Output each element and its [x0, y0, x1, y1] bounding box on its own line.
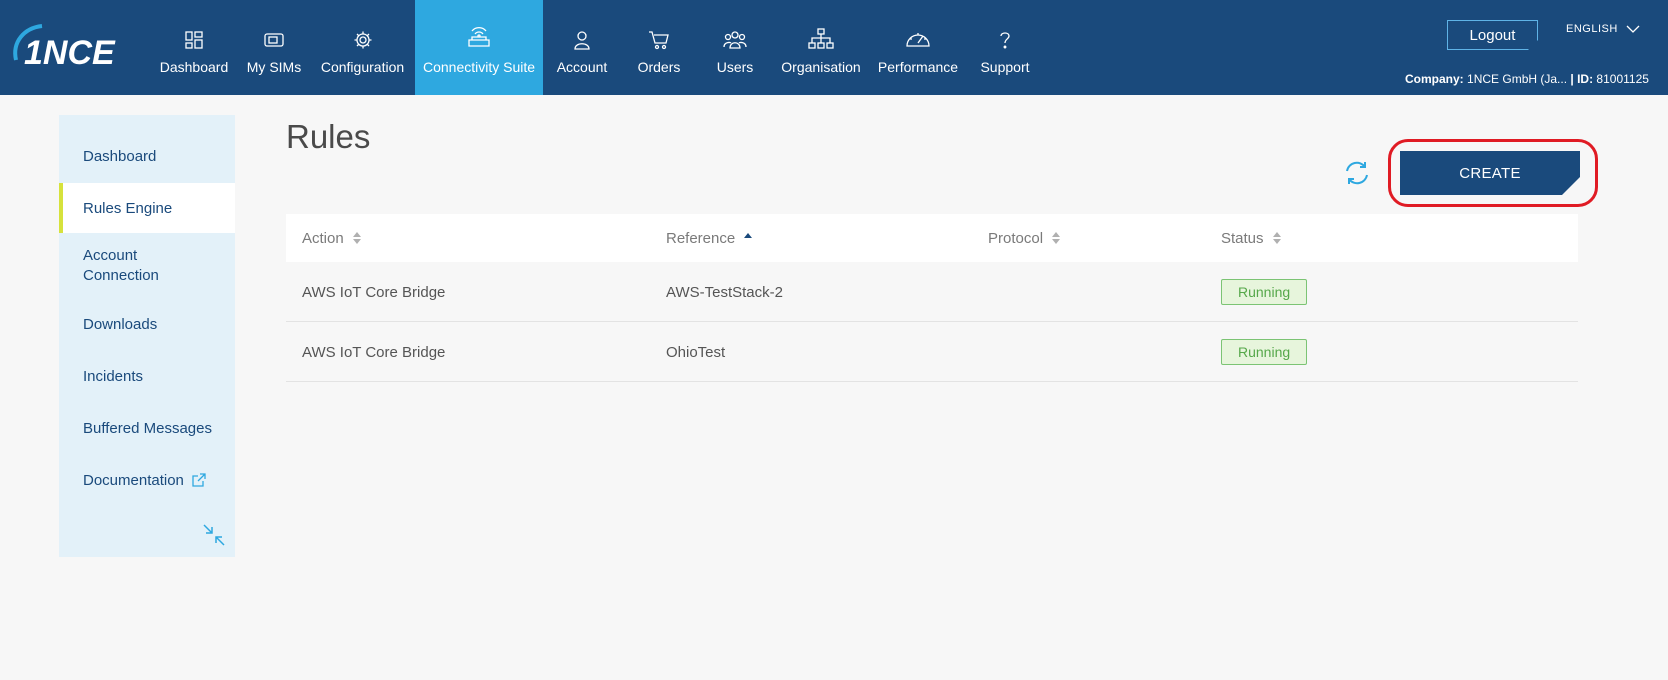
language-selector[interactable]: ENGLISH [1566, 23, 1640, 35]
logout-button[interactable]: Logout [1447, 20, 1538, 50]
1nce-logo[interactable]: 1NCE [10, 20, 125, 76]
sim-icon [264, 33, 284, 47]
nav-item-my-sims[interactable]: My SIMs [238, 0, 310, 95]
column-header-protocol[interactable]: Protocol [988, 214, 1061, 262]
nav-item-users[interactable]: Users [697, 0, 773, 95]
logo-text: 1NCE [24, 34, 116, 72]
column-label: Protocol [988, 229, 1044, 247]
nav-label: Support [980, 59, 1030, 75]
question-icon [1000, 32, 1010, 49]
rules-table: Action Reference Protocol Status AWS IoT… [286, 214, 1578, 382]
nav-item-performance[interactable]: Performance [869, 0, 967, 95]
create-label: CREATE [1459, 164, 1521, 182]
nav-label: Dashboard [159, 59, 229, 75]
sidebar-item-account-connection[interactable]: Account Connection [59, 237, 235, 295]
sort-icon [1052, 232, 1061, 244]
company-value: 1NCE GmbH (Ja... [1467, 72, 1568, 86]
cell-status: Running [1221, 322, 1308, 382]
users-icon [723, 31, 747, 49]
sidebar-item-documentation[interactable]: Documentation [59, 455, 235, 505]
nav-label: Orders [637, 59, 681, 75]
dashboard-icon [185, 31, 203, 49]
nav-item-organisation[interactable]: Organisation [773, 0, 869, 95]
org-chart-icon [808, 28, 834, 49]
sidebar-item-label: Downloads [83, 315, 158, 333]
create-button-wrap: CREATE [1400, 151, 1580, 195]
cell-status: Running [1221, 262, 1308, 322]
nav-item-connectivity-suite[interactable]: Connectivity Suite [415, 0, 543, 95]
cell-reference: OhioTest [666, 343, 726, 361]
column-header-action[interactable]: Action [302, 214, 362, 262]
sort-icon [352, 232, 361, 244]
logout-label: Logout [1469, 26, 1516, 44]
company-label: Company: [1405, 72, 1464, 86]
cart-icon [649, 31, 669, 50]
main-nav: Dashboard My SIMs Configuration Connecti… [150, 0, 1043, 95]
create-button[interactable]: CREATE [1400, 151, 1580, 195]
column-header-reference[interactable]: Reference [666, 214, 753, 262]
table-header: Action Reference Protocol Status [286, 214, 1578, 262]
sidebar-item-rules-engine[interactable]: Rules Engine [59, 183, 235, 233]
table-row[interactable]: AWS IoT Core Bridge AWS-TestStack-2 Runn… [286, 262, 1578, 322]
logout-corner-cut [1528, 40, 1538, 50]
sort-ascending-icon [744, 233, 753, 238]
sidebar-item-incidents[interactable]: Incidents [59, 351, 235, 401]
page-title: Rules [286, 118, 371, 155]
person-icon [574, 31, 590, 50]
nav-item-account[interactable]: Account [543, 0, 621, 95]
company-info: Company: 1NCE GmbH (Ja... | ID: 81001125 [1405, 72, 1649, 86]
nav-label: Organisation [781, 59, 861, 75]
sidebar-item-downloads[interactable]: Downloads [59, 299, 235, 349]
gear-icon [354, 31, 371, 49]
id-label: | ID: [1570, 72, 1594, 86]
sidebar-item-dashboard[interactable]: Dashboard [59, 131, 235, 181]
language-label: ENGLISH [1566, 23, 1618, 35]
sidebar-item-label: Dashboard [83, 147, 157, 165]
nav-label: Connectivity Suite [422, 59, 536, 75]
sidebar-item-label: Rules Engine [83, 199, 173, 217]
nav-label: My SIMs [246, 59, 302, 75]
nav-item-orders[interactable]: Orders [621, 0, 697, 95]
nav-item-configuration[interactable]: Configuration [310, 0, 415, 95]
table-row[interactable]: AWS IoT Core Bridge OhioTest Running [286, 322, 1578, 382]
connectivity-icon [468, 27, 490, 47]
sidebar: Dashboard Rules Engine Account Connectio… [59, 115, 235, 557]
sidebar-item-label: Buffered Messages [83, 419, 212, 437]
sidebar-item-label: Account Connection [83, 247, 159, 284]
top-navigation-bar: 1NCE Dashboard My SIMs Configuration Con… [0, 0, 1668, 95]
refresh-icon[interactable] [1343, 159, 1371, 187]
column-header-status[interactable]: Status [1221, 214, 1282, 262]
nav-label: Performance [877, 59, 959, 75]
sort-icon [1272, 232, 1281, 244]
nav-label: Users [716, 59, 754, 75]
gauge-icon [906, 33, 930, 47]
external-link-icon [192, 473, 206, 487]
id-value: 81001125 [1596, 72, 1649, 86]
sidebar-item-label: Incidents [83, 367, 144, 385]
collapse-icon[interactable] [202, 523, 226, 547]
cell-action: AWS IoT Core Bridge [302, 343, 446, 361]
cell-reference: AWS-TestStack-2 [666, 283, 783, 301]
cell-action: AWS IoT Core Bridge [302, 283, 446, 301]
column-label: Action [302, 229, 344, 247]
nav-label: Configuration [320, 59, 405, 75]
sidebar-item-buffered-messages[interactable]: Buffered Messages [59, 403, 235, 453]
column-label: Status [1221, 229, 1264, 247]
sidebar-item-label: Documentation [83, 471, 184, 489]
chevron-down-icon [1626, 25, 1640, 33]
status-badge: Running [1221, 279, 1308, 305]
nav-item-support[interactable]: Support [967, 0, 1043, 95]
nav-label: Account [556, 59, 608, 75]
create-corner-cut [1562, 177, 1580, 195]
status-badge: Running [1221, 339, 1308, 365]
column-label: Reference [666, 229, 736, 247]
nav-item-dashboard[interactable]: Dashboard [150, 0, 238, 95]
